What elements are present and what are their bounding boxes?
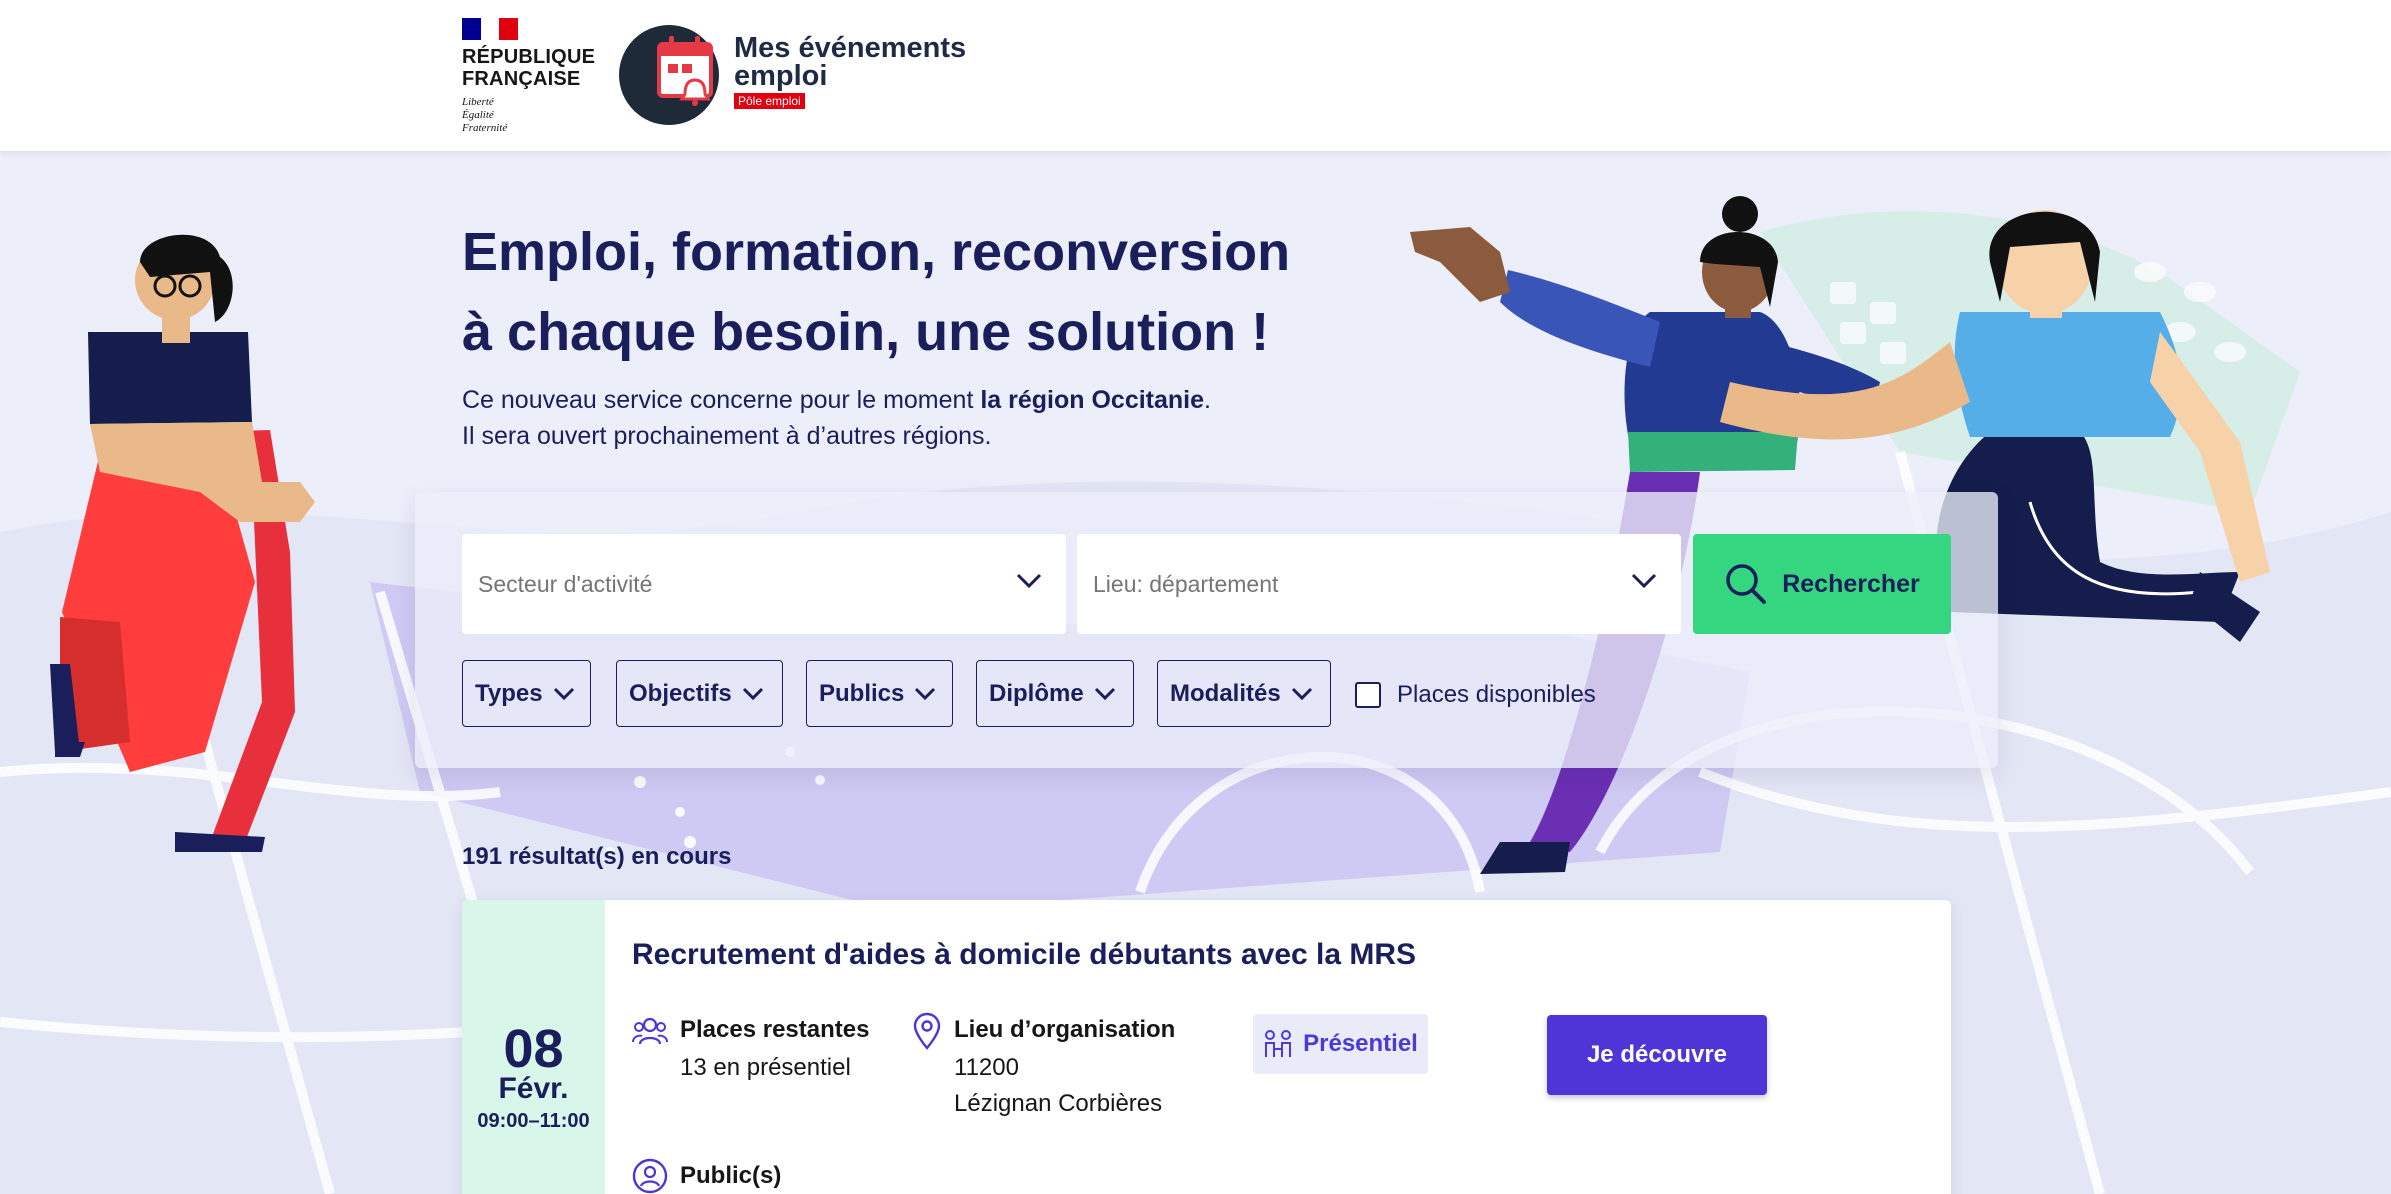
chevron-down-icon [553, 687, 574, 700]
public-label: Public(s) [680, 1162, 782, 1189]
rf-motto-line2: Égalité [462, 109, 494, 121]
rf-title-line1: RÉPUBLIQUE [462, 46, 596, 68]
event-month: Févr. [498, 1072, 569, 1105]
chevron-down-icon [1094, 687, 1115, 700]
sector-select-placeholder: Secteur d'activité [478, 570, 653, 597]
filter-publics-button[interactable]: Publics [806, 660, 953, 727]
rf-motto-line1: Liberté [462, 96, 494, 108]
calendar-bell-logo-icon[interactable] [617, 24, 721, 126]
republique-francaise-logo[interactable]: RÉPUBLIQUE FRANÇAISE Liberté Égalité Fra… [462, 18, 597, 135]
pole-emploi-tag: Pôle emploi [734, 93, 805, 109]
filter-types-button[interactable]: Types [462, 660, 591, 727]
filter-modalites-button[interactable]: Modalités [1157, 660, 1331, 727]
filter-modalites-label: Modalités [1170, 679, 1281, 707]
rf-motto-line3: Fraternité [462, 122, 508, 134]
filter-objectifs-label: Objectifs [629, 679, 732, 707]
search-button-label: Rechercher [1782, 569, 1920, 598]
location-pin-icon [913, 1012, 941, 1050]
people-icon [632, 1017, 668, 1045]
mode-badge: Présentiel [1253, 1014, 1428, 1074]
hero-sub-line1-suffix: . [1204, 386, 1211, 414]
location-postcode: 11200 [954, 1054, 1019, 1081]
filter-diplome-button[interactable]: Diplôme [976, 660, 1134, 727]
places-disponibles-label: Places disponibles [1397, 681, 1596, 708]
checkbox-box[interactable] [1355, 682, 1381, 708]
places-remaining-value: 13 en présentiel [680, 1054, 851, 1081]
marianne-flag-icon [462, 18, 519, 40]
hero-sub-line2: Il sera ouvert prochainement à d’autres … [462, 422, 992, 450]
results-count: 191 résultat(s) en cours [462, 843, 732, 870]
location-select-placeholder: Lieu: département [1093, 570, 1279, 597]
app-title-line2: emploi [734, 60, 828, 92]
chevron-down-icon [1631, 573, 1657, 589]
filter-objectifs-button[interactable]: Objectifs [616, 660, 783, 727]
mode-badge-label: Présentiel [1303, 1030, 1418, 1057]
rf-title-line2: FRANÇAISE [462, 68, 581, 90]
hero-subtitle: Ce nouveau service concerne pour le mome… [462, 382, 1362, 454]
location-city: Lézignan Corbières [954, 1090, 1163, 1117]
location-label: Lieu d’organisation [954, 1016, 1176, 1043]
chevron-down-icon [915, 687, 936, 700]
event-title[interactable]: Recrutement d'aides à domicile débutants… [632, 938, 1416, 972]
event-card[interactable]: 08 Févr. 09:00–11:00 Recrutement d'aides… [462, 900, 1951, 1194]
event-time: 09:00–11:00 [477, 1110, 590, 1132]
hero-title: Emploi, formation, reconversion à chaque… [462, 212, 1362, 372]
chevron-down-icon [1291, 687, 1312, 700]
search-button[interactable]: Rechercher [1693, 534, 1951, 634]
app-title-line1: Mes événements [734, 32, 967, 64]
event-day: 08 [503, 1019, 564, 1079]
hero-title-line1: Emploi, formation, reconversion [462, 222, 1291, 282]
places-remaining-label: Places restantes [680, 1016, 870, 1043]
search-icon [1726, 564, 1767, 604]
hero-sub-region: la région Occitanie [980, 386, 1205, 414]
location-select[interactable]: Lieu: département [1077, 534, 1681, 634]
filter-publics-label: Publics [819, 679, 905, 707]
chevron-down-icon [742, 687, 763, 700]
user-circle-icon [632, 1158, 668, 1194]
chevron-down-icon [1016, 573, 1042, 589]
filter-diplome-label: Diplôme [989, 679, 1084, 707]
presentiel-icon [1265, 1030, 1292, 1057]
site-header: RÉPUBLIQUE FRANÇAISE Liberté Égalité Fra… [0, 0, 2391, 152]
app-brand[interactable]: Mes événements emploi Pôle emploi [734, 34, 966, 109]
hero-sub-line1-prefix: Ce nouveau service concerne pour le mome… [462, 386, 981, 414]
sector-select[interactable]: Secteur d'activité [462, 534, 1066, 634]
hero-title-line2: à chaque besoin, une solution ! [462, 302, 1270, 362]
filter-types-label: Types [475, 679, 543, 707]
event-date-block: 08 Févr. 09:00–11:00 [462, 900, 605, 1194]
discover-button[interactable]: Je découvre [1547, 1015, 1767, 1095]
places-disponibles-checkbox[interactable]: Places disponibles [1355, 681, 1596, 709]
